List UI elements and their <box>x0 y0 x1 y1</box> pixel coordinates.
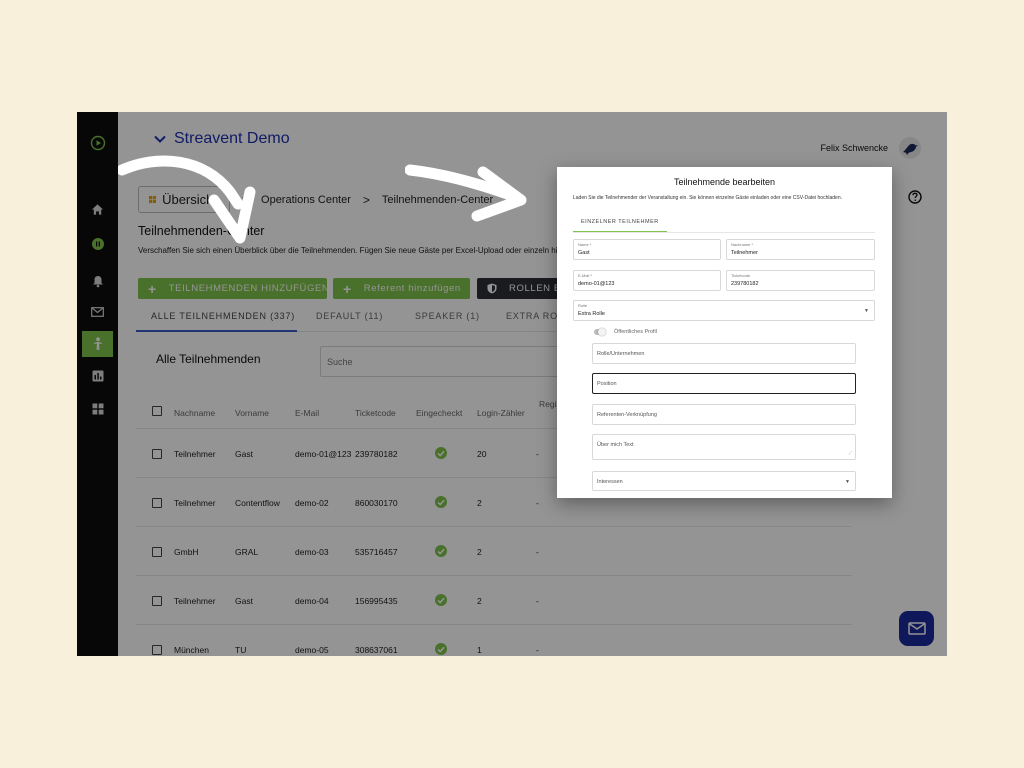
interests-select[interactable]: Interessen ▼ <box>592 471 856 491</box>
edit-attendee-dialog: Teilnehmende bearbeiten Laden Sie die Te… <box>557 167 892 498</box>
caret-down-icon: ▼ <box>845 479 850 485</box>
resize-handle-icon[interactable]: ⟋ <box>848 451 852 457</box>
company-input[interactable]: Rolle/Unternehmen <box>592 343 856 364</box>
lastname-value: Teilnehmer <box>731 250 758 256</box>
tab-divider <box>573 232 875 233</box>
tab-single-attendee[interactable]: EINZELNER TEILNEHMER <box>573 215 667 232</box>
speaker-link-input[interactable]: Referenten-Verknüpfung <box>592 404 856 425</box>
speaker-link-placeholder: Referenten-Verknüpfung <box>597 412 657 418</box>
name-field[interactable]: Name * Gast <box>573 239 721 260</box>
position-input[interactable]: Position <box>592 373 856 394</box>
ticketcode-field[interactable]: Ticketcode 239780182 <box>726 270 875 291</box>
position-placeholder: Position <box>597 381 617 387</box>
name-value: Gast <box>578 250 590 256</box>
interests-placeholder: Interessen <box>597 479 623 485</box>
dialog-title: Teilnehmende bearbeiten <box>673 177 776 187</box>
caret-down-icon: ▼ <box>864 308 869 314</box>
email-label: E-Mail * <box>578 273 593 278</box>
dialog-description: Laden Sie die Teilnehmender der Veransta… <box>573 195 842 201</box>
annotation-arrow-icon <box>405 164 527 222</box>
company-placeholder: Rolle/Unternehmen <box>597 351 645 357</box>
role-select[interactable]: Rolle Extra Rolle ▼ <box>573 300 875 321</box>
ticketcode-label: Ticketcode <box>731 273 751 278</box>
about-textarea[interactable]: Über mich Text ⟋ <box>592 434 856 460</box>
annotation-arrow-icon <box>118 155 256 244</box>
about-placeholder: Über mich Text <box>597 442 634 448</box>
public-profile-toggle[interactable] <box>594 328 606 336</box>
ticketcode-value: 239780182 <box>731 281 759 287</box>
lastname-label: Nachname * <box>731 242 754 247</box>
email-field[interactable]: E-Mail * demo-01@123 <box>573 270 721 291</box>
public-profile-label: Öffentliches Profil <box>614 329 658 335</box>
name-label: Name * <box>578 242 592 247</box>
role-label: Rolle <box>578 303 588 308</box>
email-value: demo-01@123 <box>578 281 615 287</box>
role-value: Extra Rolle <box>578 311 605 317</box>
lastname-field[interactable]: Nachname * Teilnehmer <box>726 239 875 260</box>
